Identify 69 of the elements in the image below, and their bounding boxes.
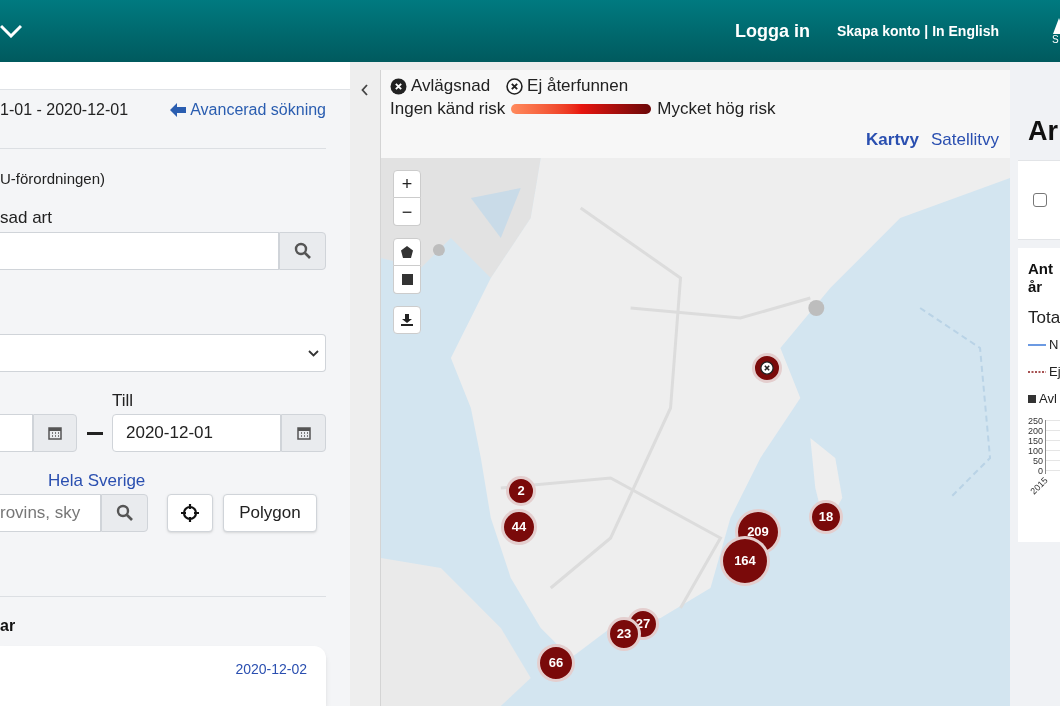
legend-label: Avlägsnad bbox=[411, 75, 491, 98]
axis-tick-label: 250 bbox=[1028, 416, 1044, 426]
arrow-left-icon bbox=[170, 103, 187, 117]
line-dashed-icon bbox=[1028, 368, 1046, 376]
search-icon bbox=[115, 504, 134, 522]
region-link[interactable]: Hela Sverige bbox=[48, 471, 146, 491]
axis-tick-label: 200 bbox=[1028, 426, 1044, 436]
search-icon bbox=[293, 242, 312, 260]
zoom-in-button[interactable]: + bbox=[393, 170, 421, 198]
result-card[interactable]: 2020-12-02 bbox=[0, 646, 326, 706]
species-label: sad art bbox=[0, 208, 53, 228]
login-link[interactable]: Logga in bbox=[735, 17, 810, 45]
chevron-left-icon bbox=[361, 84, 369, 96]
regulation-text: U-förordningen) bbox=[0, 169, 107, 189]
calendar-button[interactable] bbox=[281, 414, 326, 452]
polygon-button[interactable]: Polygon bbox=[223, 494, 317, 532]
legend-label: Avl bbox=[1039, 392, 1057, 406]
legend-label: N bbox=[1049, 338, 1059, 352]
legend-label: Ej återfunnen bbox=[527, 75, 629, 98]
chart-grid bbox=[1045, 420, 1060, 474]
chevron-down-icon[interactable] bbox=[0, 24, 22, 38]
square-icon bbox=[1028, 395, 1036, 403]
separator: | bbox=[924, 21, 929, 41]
square-icon bbox=[401, 274, 413, 285]
risk-low-label: Ingen känd risk bbox=[390, 98, 506, 121]
dash-icon bbox=[87, 431, 103, 435]
card-title: år bbox=[1028, 278, 1044, 296]
calendar-button[interactable] bbox=[33, 414, 77, 452]
download-icon bbox=[401, 314, 413, 326]
not-found-icon bbox=[506, 77, 524, 95]
zoom-out-button[interactable]: − bbox=[393, 198, 421, 226]
legend-label: Ej bbox=[1049, 365, 1060, 379]
advanced-search-link[interactable]: Avancerad sökning bbox=[170, 98, 326, 122]
axis-tick-label: 0 bbox=[1038, 466, 1044, 476]
logo-text: S bbox=[1052, 34, 1059, 46]
to-date-field[interactable]: 2020-12-01 bbox=[112, 414, 281, 452]
checkbox[interactable] bbox=[1033, 193, 1047, 207]
removed-icon bbox=[390, 77, 407, 95]
locate-button[interactable] bbox=[167, 494, 213, 532]
calendar-icon bbox=[296, 426, 311, 440]
line-solid-icon bbox=[1028, 341, 1046, 349]
species-search-field[interactable] bbox=[0, 232, 279, 270]
create-account-link[interactable]: Skapa konto bbox=[837, 20, 921, 42]
download-button[interactable] bbox=[393, 306, 421, 334]
panel-heading: Ar bbox=[1028, 115, 1059, 147]
date-range-text: 1-01 - 2020-12-01 bbox=[0, 100, 129, 120]
draw-rectangle-button[interactable] bbox=[393, 266, 421, 294]
pentagon-icon bbox=[401, 246, 413, 258]
location-search-field[interactable]: rovins, sky bbox=[0, 494, 101, 532]
chevron-down-icon bbox=[308, 349, 319, 357]
map-view-tab[interactable]: Kartvy bbox=[866, 127, 919, 153]
draw-polygon-button[interactable] bbox=[393, 238, 421, 266]
from-date-field[interactable] bbox=[0, 414, 33, 452]
language-link[interactable]: In English bbox=[932, 20, 1000, 42]
risk-high-label: Mycket hög risk bbox=[657, 98, 776, 121]
crosshair-icon bbox=[181, 504, 199, 522]
axis-tick-label: 50 bbox=[1033, 456, 1044, 466]
search-button[interactable] bbox=[279, 232, 326, 270]
total-label: Tota bbox=[1028, 308, 1060, 328]
section-title: ar bbox=[0, 616, 17, 636]
dropdown-field[interactable] bbox=[0, 334, 326, 372]
calendar-icon bbox=[48, 426, 62, 440]
card-title: Ant bbox=[1028, 260, 1054, 278]
till-label: Till bbox=[112, 391, 135, 411]
map-view-tab[interactable]: Satellitvy bbox=[930, 127, 999, 153]
search-button[interactable] bbox=[101, 494, 148, 532]
axis-tick-label: 100 bbox=[1028, 446, 1044, 456]
cross-circle-icon bbox=[760, 361, 774, 375]
axis-tick-label: 150 bbox=[1028, 436, 1044, 446]
